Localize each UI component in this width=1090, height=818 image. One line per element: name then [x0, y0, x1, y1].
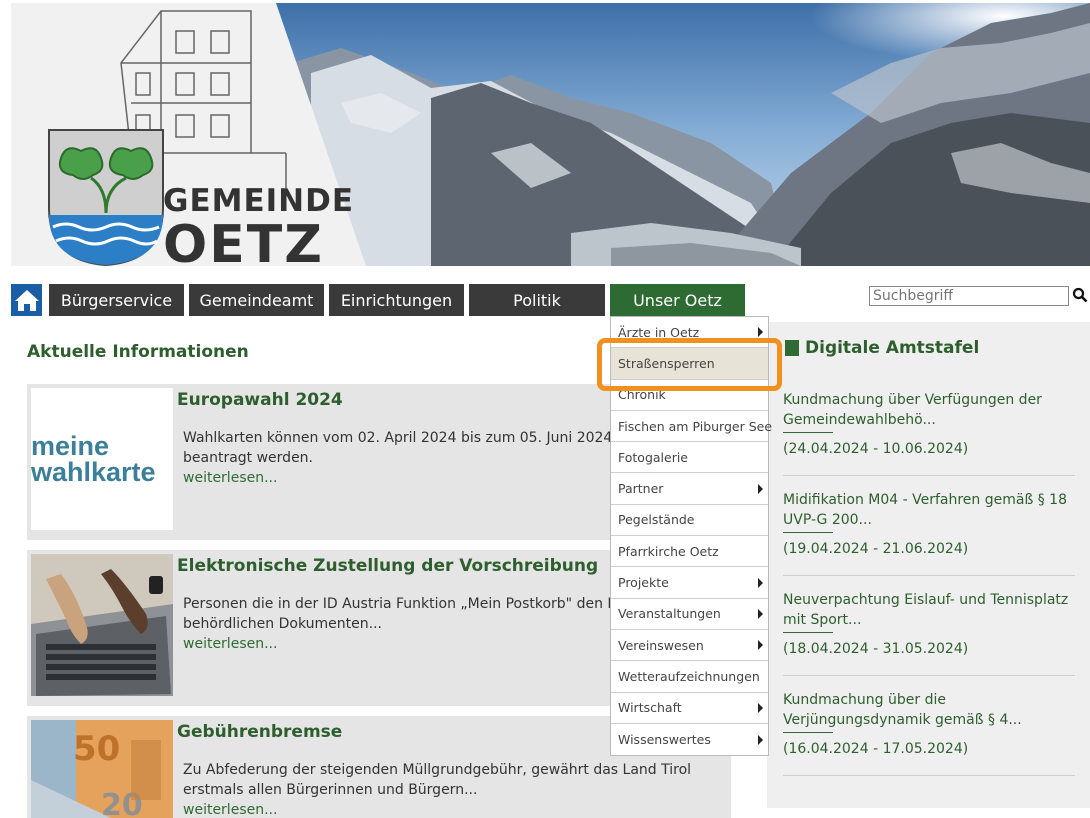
notice-date: (19.04.2024 - 21.06.2024) [783, 541, 969, 557]
notice-date: (16.04.2024 - 17.05.2024) [783, 741, 969, 757]
menu-item-label: Partner [618, 481, 664, 497]
notice-divider [783, 632, 833, 633]
nav-item-gemeindeamt[interactable]: Gemeindeamt [189, 284, 324, 316]
separator [783, 575, 1075, 576]
notice-item[interactable]: Kundmachung über Verfügungen der Gemeind… [783, 390, 1075, 457]
notice-title[interactable]: Neuverpachtung Eislauf- und Tennisplatz … [783, 590, 1075, 630]
menu-item-projekte[interactable]: Projekte [611, 567, 768, 599]
news-thumbnail-money[interactable]: 50 20 [31, 720, 173, 818]
menu-item-label: Projekte [618, 575, 669, 591]
notice-item[interactable]: Kundmachung über die Verjüngungsdynamik … [783, 690, 1075, 757]
menu-item-strassensperren[interactable]: Straßensperren [611, 348, 768, 380]
notice-board-icon [785, 340, 799, 356]
notice-date: (18.04.2024 - 31.05.2024) [783, 641, 969, 657]
menu-item-label: Wirtschaft [618, 700, 682, 716]
notice-item[interactable]: Midifikation M04 - Verfahren gemäß § 18 … [783, 490, 1075, 557]
menu-item-wirtschaft[interactable]: Wirtschaft [611, 692, 768, 724]
menu-item-label: Straßensperren [618, 355, 715, 371]
menu-item-pfarrkirche[interactable]: Pfarrkirche Oetz [611, 536, 768, 568]
unser-oetz-dropdown-menu: Ärzte in Oetz Straßensperren Chronik Fis… [610, 316, 772, 757]
menu-item-partner[interactable]: Partner [611, 473, 768, 505]
notice-title[interactable]: Kundmachung über die Verjüngungsdynamik … [783, 690, 1075, 730]
svg-text:50: 50 [73, 729, 120, 769]
menu-item-label: Fotogalerie [618, 449, 689, 465]
thumb-text-meine: meine [31, 431, 110, 461]
read-more-link[interactable]: weiterlesen... [183, 636, 277, 652]
news-thumbnail-wahlkarte[interactable]: meine wahlkarte [31, 388, 173, 530]
menu-item-label: Ärzte in Oetz [618, 324, 700, 340]
menu-item-label: Vereinswesen [618, 637, 704, 653]
menu-item-chronik[interactable]: Chronik [611, 379, 768, 411]
menu-item-wissenswertes[interactable]: Wissenswertes [611, 723, 768, 756]
logo-text-gemeinde: GEMEINDE [163, 183, 355, 219]
news-title[interactable]: Gebührenbremse [177, 722, 342, 742]
news-title[interactable]: Europawahl 2024 [177, 390, 343, 410]
menu-item-fotogalerie[interactable]: Fotogalerie [611, 442, 768, 474]
nav-item-buergerservice[interactable]: Bürgerservice [49, 284, 184, 316]
notice-divider [783, 432, 833, 433]
menu-item-wetteraufzeichnungen[interactable]: Wetteraufzeichnungen [611, 661, 768, 693]
nav-item-unser-oetz[interactable]: Unser Oetz [610, 284, 745, 316]
notice-item[interactable]: Neuverpachtung Eislauf- und Tennisplatz … [783, 590, 1075, 657]
read-more-link[interactable]: weiterlesen... [183, 802, 277, 818]
search-icon[interactable] [1072, 287, 1088, 303]
digital-notice-board: Digitale Amtstafel Kundmachung über Verf… [767, 322, 1090, 808]
submenu-arrow-icon [758, 640, 763, 651]
nav-item-politik[interactable]: Politik [469, 284, 605, 316]
home-icon [14, 290, 39, 311]
notice-title[interactable]: Midifikation M04 - Verfahren gemäß § 18 … [783, 490, 1075, 530]
menu-item-label: Wissenswertes [618, 732, 711, 747]
submenu-arrow-icon [758, 702, 763, 713]
menu-item-fischen[interactable]: Fischen am Piburger See [611, 410, 772, 443]
submenu-arrow-icon [758, 327, 763, 338]
search-input[interactable] [869, 286, 1069, 306]
section-title: Aktuelle Informationen [27, 342, 249, 362]
menu-item-label: Veranstaltungen [618, 606, 721, 622]
news-title[interactable]: Elektronische Zustellung der Vorschreibu… [177, 556, 598, 576]
notice-board-title: Digitale Amtstafel [785, 338, 979, 358]
news-text: Zu Abfederung der steigenden Müllgrundge… [183, 762, 692, 798]
separator [783, 675, 1075, 676]
notice-divider [783, 732, 833, 733]
menu-item-label: Chronik [618, 387, 666, 403]
news-thumbnail-laptop[interactable] [31, 554, 173, 696]
menu-item-label: Wetteraufzeichnungen [618, 668, 760, 684]
menu-item-pegelstaende[interactable]: Pegelstände [611, 504, 768, 537]
separator [783, 475, 1075, 476]
submenu-arrow-icon [758, 577, 763, 588]
nav-item-einrichtungen[interactable]: Einrichtungen [329, 284, 464, 316]
notice-title[interactable]: Kundmachung über Verfügungen der Gemeind… [783, 390, 1075, 430]
notice-board-title-text: Digitale Amtstafel [805, 338, 980, 358]
menu-item-veranstaltungen[interactable]: Veranstaltungen [611, 598, 768, 630]
separator [783, 775, 1075, 776]
submenu-arrow-icon [758, 734, 763, 745]
read-more-link[interactable]: weiterlesen... [183, 470, 277, 486]
thumb-text-wahlkarte: wahlkarte [31, 457, 156, 487]
submenu-arrow-icon [758, 483, 763, 494]
submenu-arrow-icon [758, 608, 763, 619]
menu-item-label: Fischen am Piburger See [618, 418, 773, 434]
notice-date: (24.04.2024 - 10.06.2024) [783, 441, 969, 457]
menu-item-aerzte[interactable]: Ärzte in Oetz [611, 317, 768, 349]
notice-divider [783, 532, 833, 533]
logo-text-oetz: OETZ [163, 215, 324, 266]
home-button[interactable] [11, 284, 42, 316]
header-banner: GEMEINDE OETZ [11, 3, 1090, 266]
menu-item-label: Pegelstände [618, 512, 695, 528]
menu-item-label: Pfarrkirche Oetz [618, 543, 719, 559]
menu-item-vereinswesen[interactable]: Vereinswesen [611, 629, 768, 662]
